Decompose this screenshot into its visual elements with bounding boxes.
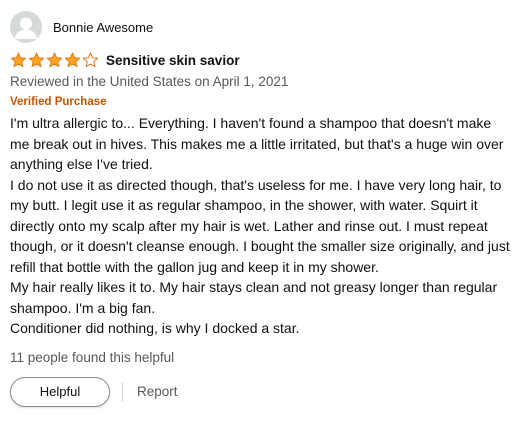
verified-purchase-badge: Verified Purchase: [10, 96, 107, 108]
action-divider: [122, 381, 123, 402]
reviewer-name[interactable]: Bonnie Awesome: [53, 20, 153, 35]
review-date: Reviewed in the United States on April 1…: [10, 74, 289, 89]
star-filled-icon: [28, 52, 45, 68]
review-paragraph: My hair really likes it to. My hair stay…: [10, 279, 498, 316]
star-empty-icon: [82, 52, 99, 68]
report-link[interactable]: Report: [137, 384, 178, 399]
review-paragraph: Conditioner did nothing, is why I docked…: [10, 320, 300, 336]
review-actions: Helpful Report: [10, 376, 514, 407]
review-body: I'm ultra allergic to... Everything. I h…: [10, 113, 514, 339]
review-title[interactable]: Sensitive skin savior: [106, 53, 240, 68]
star-filled-icon: [10, 52, 27, 68]
rating-row: Sensitive skin savior: [10, 50, 514, 70]
star-filled-icon: [46, 52, 63, 68]
star-rating[interactable]: [10, 52, 100, 68]
default-user-avatar-icon[interactable]: [10, 11, 42, 43]
review-paragraph: I'm ultra allergic to... Everything. I h…: [10, 115, 504, 172]
customer-review: Bonnie Awesome Sensitive skin savior Rev…: [10, 10, 514, 407]
reviewer-profile[interactable]: Bonnie Awesome: [10, 10, 514, 44]
review-paragraph: I do not use it as directed though, that…: [10, 176, 510, 275]
helpful-button[interactable]: Helpful: [10, 376, 110, 407]
helpful-count: 11 people found this helpful: [10, 349, 175, 365]
star-filled-icon: [64, 52, 81, 68]
